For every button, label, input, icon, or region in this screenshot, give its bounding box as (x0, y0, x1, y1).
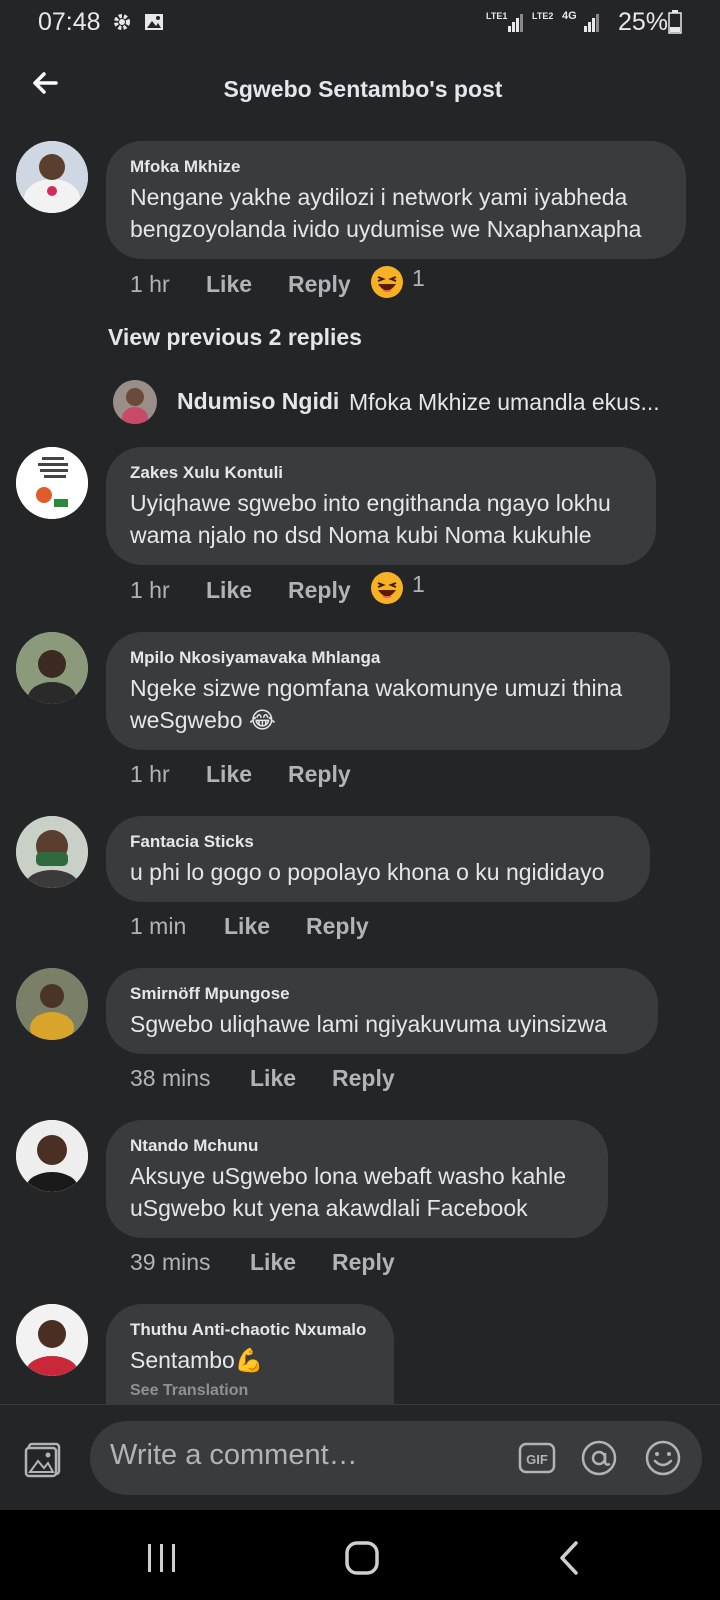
back-nav-icon[interactable] (552, 1540, 588, 1576)
comment-bubble[interactable]: Mfoka Mkhize Nengane yakhe aydilozi i ne… (106, 141, 686, 259)
status-time: 07:48 (38, 8, 101, 36)
comment-bubble[interactable]: Zakes Xulu Kontuli Uyiqhawe sgwebo into … (106, 447, 656, 565)
page-title: Sgwebo Sentambo's post (223, 76, 503, 102)
sim2-label: LTE2 (532, 11, 554, 21)
gallery-notification-icon (144, 12, 164, 37)
home-icon[interactable] (344, 1540, 380, 1576)
like-button[interactable]: Like (206, 761, 252, 788)
comment-text: Nengane yakhe aydilozi i network yami iy… (130, 184, 642, 242)
comment-input[interactable]: Write a comment… GIF (90, 1421, 702, 1495)
comment-actions: 1 min Like Reply (130, 913, 530, 945)
sim1-label: LTE1 (486, 11, 508, 21)
laughing-emoji-icon[interactable] (370, 571, 403, 604)
avatar[interactable] (113, 380, 157, 424)
battery-percent: 25% (617, 8, 668, 36)
comment-time: 1 hr (130, 271, 170, 297)
comment-author[interactable]: Thuthu Anti-chaotic Nxumalo (130, 1320, 370, 1340)
comment-time: 39 mins (130, 1249, 211, 1275)
at-icon[interactable] (580, 1439, 618, 1477)
reply-button[interactable]: Reply (288, 761, 351, 788)
reaction-count[interactable]: 1 (412, 265, 425, 292)
view-previous-replies-link[interactable]: View previous 2 replies (108, 324, 362, 351)
avatar[interactable] (16, 1304, 88, 1376)
laughing-emoji-icon[interactable] (370, 265, 403, 298)
comment-text: Ngeke sizwe ngomfana wakomunye umuzi thi… (130, 675, 623, 733)
comment-time: 38 mins (130, 1065, 211, 1091)
comment-time: 1 hr (130, 761, 170, 787)
recent-apps-icon[interactable] (144, 1540, 180, 1576)
comment-actions: 38 mins Like Reply (130, 1065, 530, 1097)
reply-button[interactable]: Reply (306, 913, 369, 940)
comment-author[interactable]: Smirnöff Mpungose (130, 984, 634, 1004)
network-type: 4G (562, 10, 577, 22)
post-header: Sgwebo Sentambo's post (0, 46, 720, 136)
avatar[interactable] (16, 816, 88, 888)
comment-time: 1 hr (130, 577, 170, 603)
comment-text: Uyiqhawe sgwebo into engithanda ngayo lo… (130, 490, 611, 548)
comment-actions: 1 hr Like Reply 1 (130, 265, 530, 303)
battery-icon (668, 10, 682, 39)
see-translation-link[interactable]: See Translation (130, 1382, 370, 1400)
comment-text: u phi lo gogo o popolayo khona o ku ngid… (130, 859, 605, 885)
avatar[interactable] (16, 141, 88, 213)
photo-icon[interactable] (24, 1441, 62, 1479)
comment-bubble[interactable]: Ntando Mchunu Aksuye uSgwebo lona webaft… (106, 1120, 608, 1238)
gif-label: GIF (526, 1452, 548, 1467)
avatar[interactable] (16, 968, 88, 1040)
comment-actions: 39 mins Like Reply (130, 1249, 530, 1281)
comment-author[interactable]: Ntando Mchunu (130, 1136, 584, 1156)
reply-button[interactable]: Reply (332, 1249, 395, 1276)
like-button[interactable]: Like (206, 271, 252, 298)
comment-author[interactable]: Mfoka Mkhize (130, 157, 662, 177)
system-navigation-bar (0, 1510, 720, 1600)
status-bar: 07:48 LTE1 LTE2 4G 25% (0, 0, 720, 46)
comment-text: Aksuye uSgwebo lona webaft washo kahle u… (130, 1163, 567, 1221)
gif-icon[interactable]: GIF (518, 1439, 556, 1477)
comment-bubble[interactable]: Mpilo Nkosiyamavaka Mhlanga Ngeke sizwe … (106, 632, 670, 750)
avatar[interactable] (16, 1120, 88, 1192)
like-button[interactable]: Like (250, 1065, 296, 1092)
comment-text: Sgwebo uliqhawe lami ngiyakuvuma uyinsiz… (130, 1011, 607, 1037)
comment-actions: 1 hr Like Reply 1 (130, 571, 530, 609)
reply-author[interactable]: Ndumiso Ngidi (177, 388, 339, 415)
avatar[interactable] (16, 447, 88, 519)
comment-time: 1 min (130, 913, 187, 939)
comment-actions: 1 hr Like Reply (130, 761, 530, 793)
reply-snippet: Mfoka Mkhize umandla ekus... (349, 389, 660, 415)
smiley-icon[interactable] (644, 1439, 682, 1477)
comment-text: Sentambo💪 (130, 1347, 264, 1373)
reply-preview[interactable]: Ndumiso Ngidi Mfoka Mkhize umandla ekus.… (113, 380, 713, 424)
comment-author[interactable]: Mpilo Nkosiyamavaka Mhlanga (130, 648, 646, 668)
like-button[interactable]: Like (224, 913, 270, 940)
signal-strength-icon (508, 12, 524, 37)
reaction-count[interactable]: 1 (412, 571, 425, 598)
signal-strength-icon (584, 12, 600, 37)
like-button[interactable]: Like (206, 577, 252, 604)
settings-gear-icon (112, 12, 132, 37)
comment-author[interactable]: Fantacia Sticks (130, 832, 626, 852)
reply-button[interactable]: Reply (332, 1065, 395, 1092)
like-button[interactable]: Like (250, 1249, 296, 1276)
reply-button[interactable]: Reply (288, 577, 351, 604)
comment-bubble[interactable]: Smirnöff Mpungose Sgwebo uliqhawe lami n… (106, 968, 658, 1054)
comment-bubble[interactable]: Fantacia Sticks u phi lo gogo o popolayo… (106, 816, 650, 902)
comment-author[interactable]: Zakes Xulu Kontuli (130, 463, 632, 483)
comment-composer: Write a comment… GIF (0, 1404, 720, 1511)
comment-bubble[interactable]: Thuthu Anti-chaotic Nxumalo Sentambo💪 Se… (106, 1304, 394, 1408)
avatar[interactable] (16, 632, 88, 704)
comment-placeholder[interactable]: Write a comment… (110, 1439, 358, 1472)
reply-button[interactable]: Reply (288, 271, 351, 298)
